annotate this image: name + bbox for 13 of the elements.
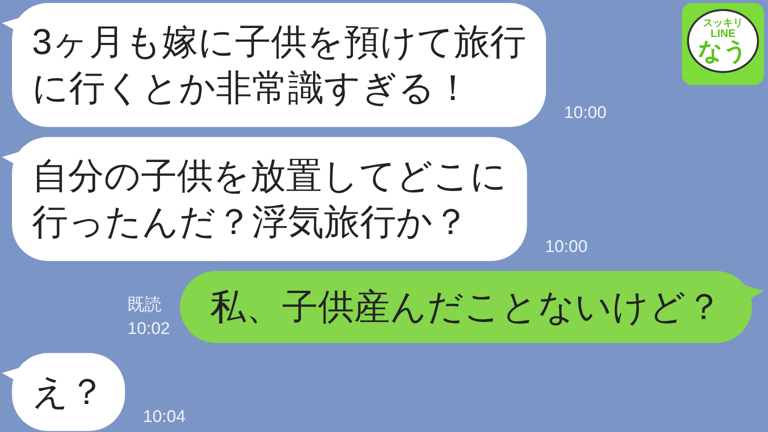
message-bubble: 私、子供産んだことないけど？ <box>180 271 752 343</box>
message-time: 10:00 <box>545 236 588 258</box>
logo-text: スッキリ <box>703 18 743 28</box>
message-time: 10:04 <box>143 406 186 428</box>
read-receipt: 既読 <box>127 294 162 316</box>
logo-text: なう <box>698 40 748 64</box>
message-bubble: 3ヶ月も嫁に子供を預けて旅行 に行くとか非常識すぎる！ <box>12 3 546 127</box>
message-bubble: え？ <box>12 353 125 431</box>
message-bubble: 自分の子供を放置してどこに 行ったんだ？浮気旅行か？ <box>12 137 527 261</box>
bubble-tail <box>744 285 764 301</box>
message-time: 10:00 <box>564 102 607 124</box>
logo-text: LINE <box>710 28 736 40</box>
message-time: 10:02 <box>127 318 170 340</box>
